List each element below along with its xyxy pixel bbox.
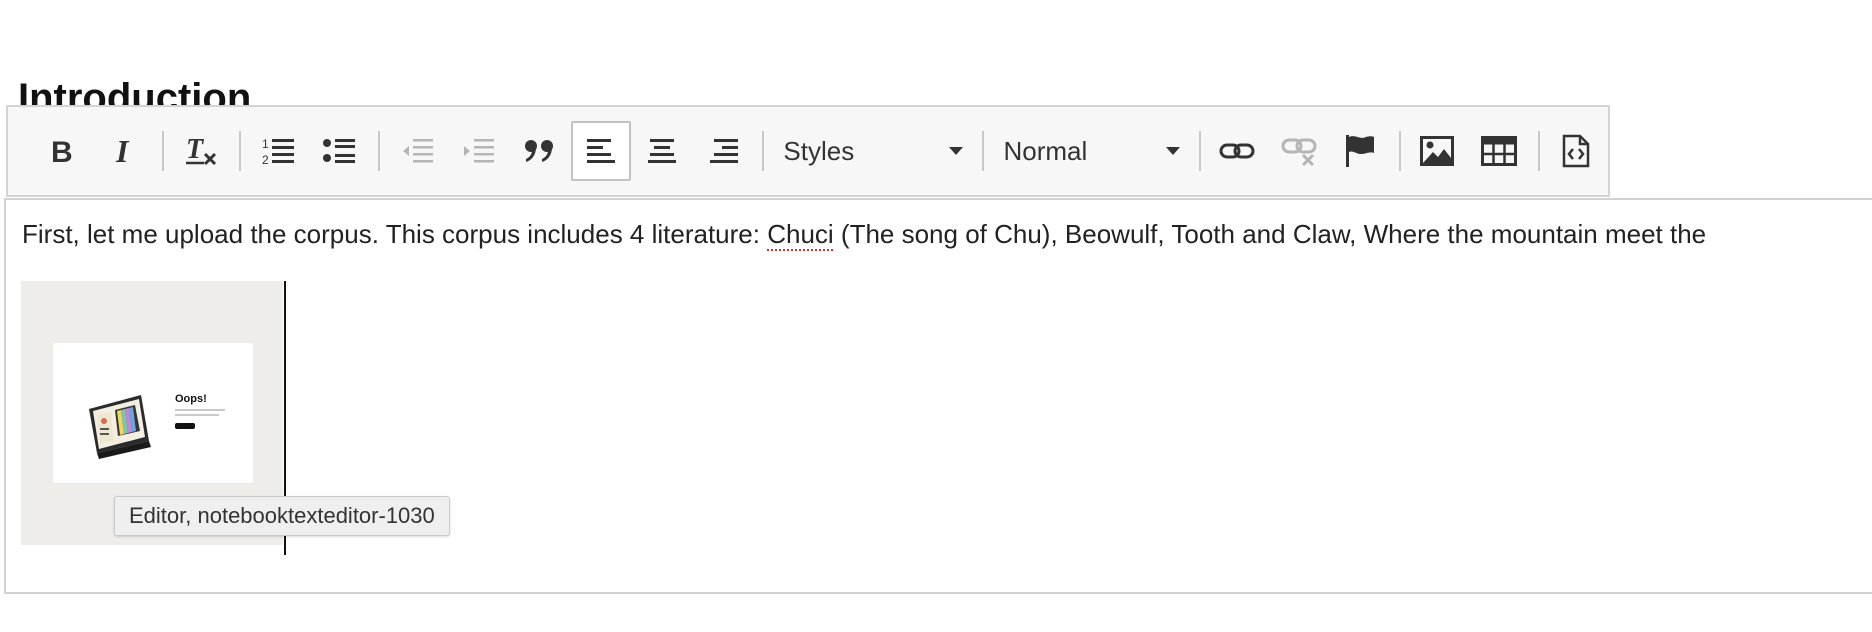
table-icon bbox=[1480, 136, 1517, 166]
link-button[interactable] bbox=[1208, 121, 1267, 181]
align-left-icon bbox=[586, 139, 615, 163]
source-button[interactable] bbox=[1547, 121, 1606, 181]
bold-icon: B bbox=[51, 136, 73, 167]
italic-button[interactable]: I bbox=[93, 121, 152, 181]
editor-paragraph: First, let me upload the corpus. This co… bbox=[22, 218, 1706, 250]
svg-text:2: 2 bbox=[262, 153, 269, 166]
toolbar-separator bbox=[378, 131, 380, 171]
toolbar-separator bbox=[762, 131, 765, 171]
toolbar-separator bbox=[1198, 131, 1201, 171]
image-button[interactable] bbox=[1408, 121, 1467, 181]
image-error-text-line bbox=[175, 409, 225, 411]
retro-tv-illustration bbox=[89, 395, 151, 459]
remove-format-icon: T bbox=[185, 134, 216, 166]
toolbar-separator bbox=[982, 131, 985, 171]
flag-icon bbox=[1346, 135, 1375, 167]
editor-tooltip: Editor, notebooktexteditor-1030 bbox=[114, 496, 450, 536]
italic-icon: I bbox=[115, 135, 130, 167]
increase-indent-button[interactable] bbox=[448, 121, 507, 181]
svg-text:B: B bbox=[51, 136, 73, 167]
bullet-list-icon bbox=[323, 139, 356, 163]
link-icon bbox=[1219, 143, 1255, 159]
bullet-list-button[interactable] bbox=[310, 121, 369, 181]
numbered-list-icon: 1 2 bbox=[262, 137, 294, 166]
unlink-icon bbox=[1281, 138, 1317, 166]
svg-text:I: I bbox=[115, 135, 130, 167]
svg-text:T: T bbox=[186, 134, 205, 165]
align-left-button[interactable] bbox=[571, 121, 631, 181]
styles-dropdown-label: Styles bbox=[783, 135, 855, 166]
image-icon bbox=[1420, 136, 1455, 166]
format-dropdown-label: Normal bbox=[1003, 135, 1088, 166]
anchor-button[interactable] bbox=[1330, 121, 1389, 181]
editor-toolbar: B I T 1 2 Styles Normal bbox=[6, 105, 1610, 197]
toolbar-separator bbox=[161, 131, 164, 171]
remove-format-button[interactable]: T bbox=[171, 121, 230, 181]
align-center-button[interactable] bbox=[633, 121, 692, 181]
bold-button[interactable]: B bbox=[32, 121, 91, 181]
align-right-icon bbox=[709, 139, 738, 163]
decrease-indent-button[interactable] bbox=[387, 121, 446, 181]
align-center-icon bbox=[648, 139, 677, 163]
styles-dropdown[interactable]: Styles bbox=[771, 121, 975, 181]
format-dropdown[interactable]: Normal bbox=[991, 121, 1191, 181]
source-code-icon bbox=[1563, 134, 1590, 168]
unlink-button[interactable] bbox=[1269, 121, 1328, 181]
toolbar-separator bbox=[239, 131, 242, 171]
toolbar-separator bbox=[1537, 131, 1540, 171]
paragraph-text-start: First, let me upload the corpus. This co… bbox=[22, 219, 768, 249]
chevron-down-icon bbox=[949, 147, 964, 155]
image-error-title: Oops! bbox=[175, 393, 207, 405]
image-error-text-line bbox=[175, 414, 219, 416]
align-right-button[interactable] bbox=[694, 121, 753, 181]
table-button[interactable] bbox=[1469, 121, 1528, 181]
numbered-list-button[interactable]: 1 2 bbox=[248, 121, 307, 181]
quote-icon bbox=[524, 140, 553, 162]
image-card: Oops! bbox=[53, 343, 253, 483]
paragraph-text-end: (The song of Chu), Beowulf, Tooth and Cl… bbox=[833, 219, 1707, 249]
toolbar-separator bbox=[1398, 131, 1401, 171]
outdent-icon bbox=[402, 139, 433, 163]
blockquote-button[interactable] bbox=[510, 121, 569, 181]
misspelled-word[interactable]: Chuci bbox=[767, 219, 833, 249]
svg-text:1: 1 bbox=[262, 137, 269, 151]
image-error-button bbox=[175, 423, 195, 429]
chevron-down-icon bbox=[1165, 147, 1180, 155]
indent-icon bbox=[464, 139, 495, 163]
